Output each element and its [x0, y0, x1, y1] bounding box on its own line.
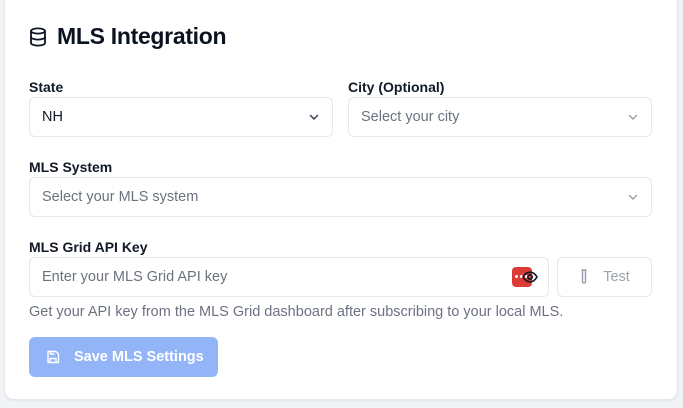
chevron-down-icon — [628, 194, 638, 200]
api-key-input-placeholder: Enter your MLS Grid API key — [42, 269, 228, 285]
mls-system-select[interactable]: Select your MLS system — [29, 177, 652, 217]
database-icon — [30, 27, 46, 47]
page-title: MLS Integration — [57, 23, 227, 49]
state-select[interactable]: NH — [29, 97, 333, 137]
state-select-value: NH — [42, 109, 63, 125]
save-button-label: Save MLS Settings — [74, 349, 204, 365]
mls-system-select-placeholder: Select your MLS system — [42, 189, 199, 205]
save-icon — [47, 350, 60, 364]
mls-integration-card: MLS Integration State NH City (Optional)… — [4, 0, 678, 400]
card-title: MLS Integration — [29, 23, 227, 50]
city-label: City (Optional) — [348, 79, 445, 95]
eye-icon[interactable] — [522, 270, 538, 284]
chevron-down-icon — [628, 114, 638, 120]
mls-system-label: MLS System — [29, 159, 113, 175]
api-key-help-text: Get your API key from the MLS Grid dashb… — [29, 304, 564, 320]
api-key-label: MLS Grid API Key — [29, 239, 148, 255]
city-select-placeholder: Select your city — [361, 109, 460, 125]
api-key-input[interactable]: Enter your MLS Grid API key — [29, 257, 549, 297]
chevron-down-icon — [309, 114, 319, 120]
test-tube-icon — [581, 269, 587, 284]
test-button[interactable]: Test — [557, 257, 652, 297]
save-mls-settings-button[interactable]: Save MLS Settings — [29, 337, 218, 377]
city-select[interactable]: Select your city — [348, 97, 652, 137]
test-button-label: Test — [603, 269, 630, 285]
password-toggle[interactable] — [512, 267, 538, 287]
state-label: State — [29, 79, 64, 95]
